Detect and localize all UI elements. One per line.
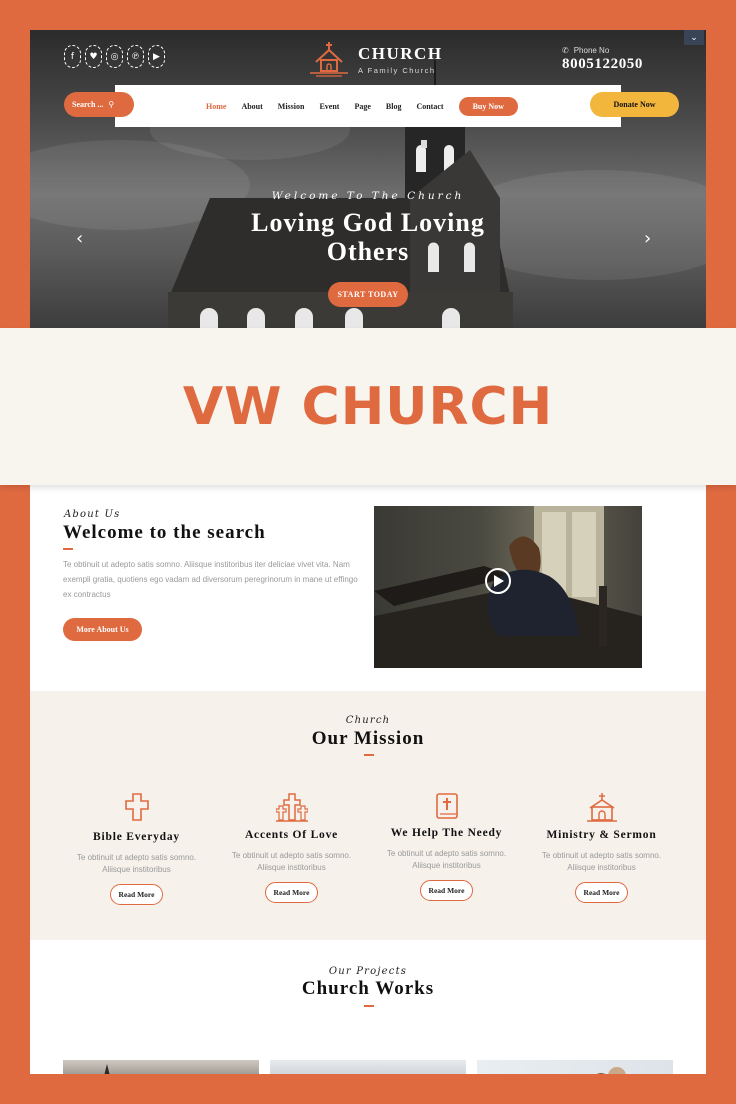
project-thumbnail[interactable] (477, 1060, 673, 1074)
play-icon[interactable] (485, 568, 511, 594)
mission-section: Church Our Mission Bible Everyday Te obt… (30, 691, 706, 940)
project-thumbnail[interactable] (63, 1060, 259, 1074)
hero-subtitle: Welcome To The Church (271, 190, 465, 202)
mission-card: We Help The Needy Te obtinuit ut adepto … (369, 792, 524, 901)
title-underline (63, 548, 73, 550)
product-banner: VW CHURCH (0, 328, 736, 485)
hero-caption: Welcome To The Church Loving God Loving … (30, 190, 706, 266)
works-kicker: Our Projects (328, 966, 408, 977)
nav-contact[interactable]: Contact (416, 102, 443, 111)
hero-slider: f ♥ ◎ ℗ ▶ CHURCH A Family Church ✆ Phone … (30, 30, 706, 330)
youtube-icon[interactable]: ▶ (148, 45, 165, 68)
about-kicker: About Us (64, 509, 121, 520)
nav-about[interactable]: About (241, 102, 262, 111)
site-logo[interactable]: CHURCH A Family Church (308, 40, 443, 78)
search-icon: ⚲ (108, 100, 115, 109)
nav-page[interactable]: Page (354, 102, 370, 111)
about-text: Te obtinuit ut adepto satis somno. Aliis… (63, 560, 358, 599)
crosses-icon (274, 793, 309, 822)
read-more-button[interactable]: Read More (574, 882, 629, 903)
card-title: Ministry & Sermon (546, 829, 657, 841)
search-label: Search ... (72, 100, 104, 109)
church-icon (586, 793, 617, 822)
phone-icon: ✆ (562, 46, 569, 55)
works-title: Church Works (301, 978, 435, 999)
nav-home[interactable]: Home (206, 102, 226, 111)
nav-blog[interactable]: Blog (386, 102, 402, 111)
twitter-icon[interactable]: ♥ (85, 45, 102, 68)
phone-label: Phone No (573, 46, 610, 55)
card-title: Bible Everyday (93, 831, 180, 843)
play-triangle (494, 575, 504, 587)
nav-mission[interactable]: Mission (278, 102, 305, 111)
search-button[interactable]: Search ... ⚲ (64, 92, 134, 117)
family-image (596, 1067, 626, 1074)
start-today-button[interactable]: START TODAY (328, 282, 408, 307)
mission-kicker: Church (345, 715, 391, 726)
pinterest-icon[interactable]: ℗ (127, 45, 144, 68)
buy-now-button[interactable]: Buy Now (458, 96, 518, 116)
about-video[interactable] (374, 506, 642, 668)
church-tower-image (104, 1064, 110, 1074)
card-text: Te obtinuit ut adepto satis somno. Aliis… (386, 849, 507, 870)
bible-icon (435, 793, 458, 819)
card-title: We Help The Needy (390, 827, 503, 839)
mission-title: Our Mission (311, 728, 425, 749)
more-about-button[interactable]: More About Us (63, 618, 142, 641)
title-underline (364, 754, 374, 756)
instagram-icon[interactable]: ◎ (106, 45, 123, 68)
read-more-button[interactable]: Read More (264, 882, 319, 903)
main-navigation: Home About Mission Event Page Blog Conta… (115, 85, 621, 127)
logo-tagline: A Family Church (358, 65, 436, 75)
banner-title: VW CHURCH (182, 376, 554, 437)
card-text: Te obtinuit ut adepto satis somno. Aliis… (231, 851, 352, 872)
card-title: Accents Of Love (244, 829, 339, 841)
donate-button[interactable]: Donate Now (590, 92, 679, 117)
about-title: Welcome to the search (63, 522, 266, 543)
mission-card: Bible Everyday Te obtinuit ut adepto sat… (59, 792, 214, 905)
phone-contact: ✆ Phone No 8005122050 (562, 46, 643, 73)
mission-card: Accents Of Love Te obtinuit ut adepto sa… (214, 792, 369, 903)
mission-card: Ministry & Sermon Te obtinuit ut adepto … (524, 792, 679, 903)
phone-number[interactable]: 8005122050 (562, 56, 643, 73)
page-frame: f ♥ ◎ ℗ ▶ CHURCH A Family Church ✆ Phone … (30, 30, 706, 1074)
about-section: About Us Welcome to the search Te obtinu… (30, 485, 706, 691)
logo-name: CHURCH (358, 43, 443, 63)
works-section: Our Projects Church Works (30, 940, 706, 1074)
cross-icon (124, 793, 149, 821)
card-text: Te obtinuit ut adepto satis somno. Aliis… (541, 851, 662, 872)
chevron-down-icon[interactable]: ⌄ (684, 30, 704, 45)
facebook-icon[interactable]: f (64, 45, 81, 68)
church-logo-icon (310, 42, 348, 77)
hero-title: Loving God Loving Others (251, 208, 485, 266)
read-more-button[interactable]: Read More (419, 880, 474, 901)
read-more-button[interactable]: Read More (109, 884, 164, 905)
nav-event[interactable]: Event (319, 102, 339, 111)
card-text: Te obtinuit ut adepto satis somno. Aliis… (76, 853, 197, 874)
social-links: f ♥ ◎ ℗ ▶ (64, 45, 165, 68)
project-thumbnail[interactable] (270, 1060, 466, 1074)
title-underline (364, 1005, 374, 1007)
